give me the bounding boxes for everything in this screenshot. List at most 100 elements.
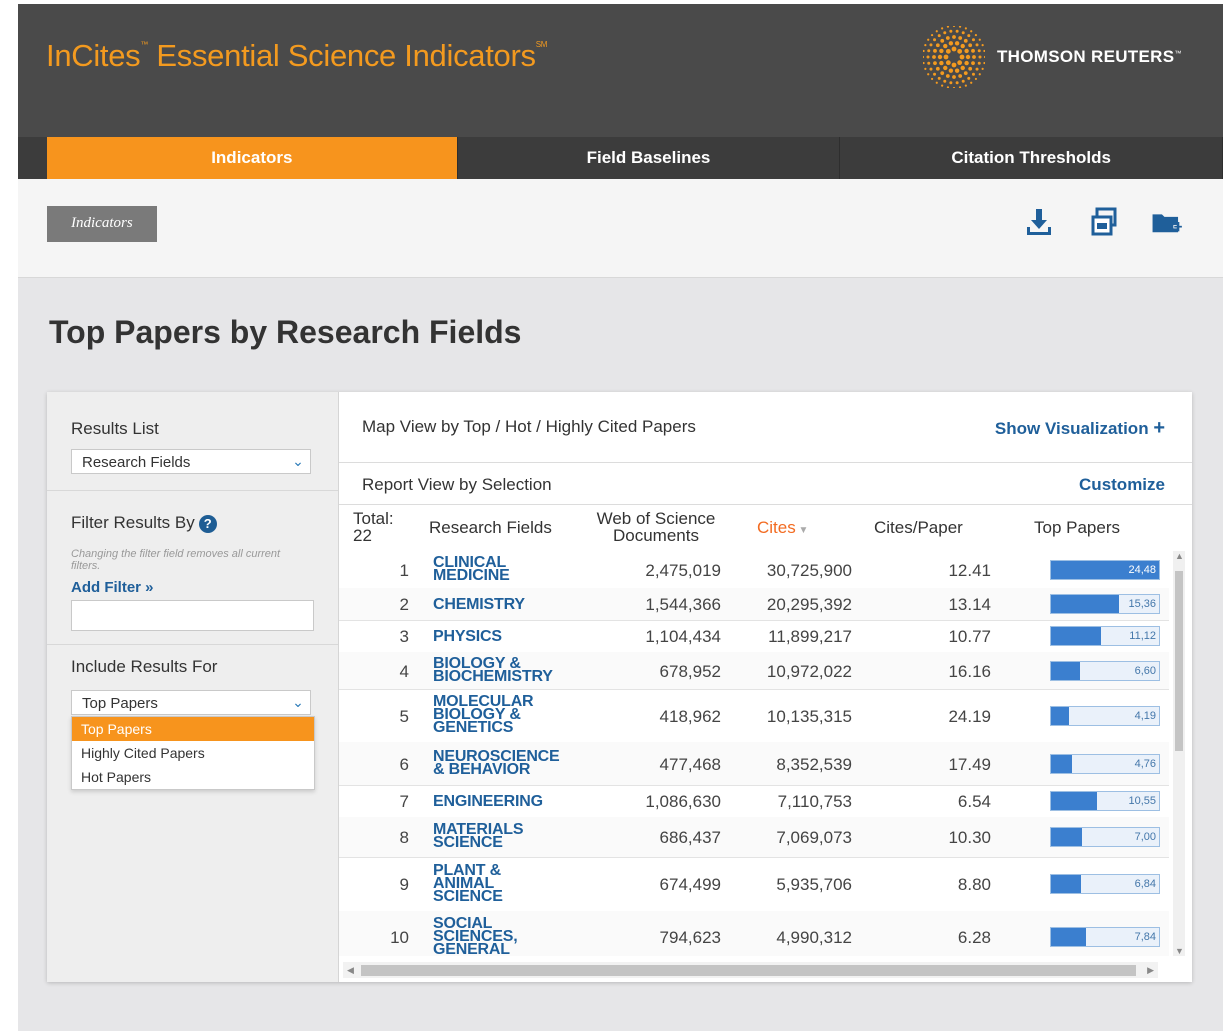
table-row[interactable]: 4 BIOLOGY & BIOCHEMISTRY 678,952 10,972,022 1… <box>339 652 1169 690</box>
logo-dot <box>940 71 945 76</box>
results-list-select[interactable]: Research Fields ⌄ <box>71 449 311 474</box>
tab-citation-thresholds[interactable]: Citation Thresholds <box>840 137 1223 179</box>
logo-dot <box>945 60 951 66</box>
row-rank: 3 <box>399 627 409 646</box>
table-row[interactable]: 6 NEUROSCIENCE & BEHAVIOR 477,468 8,352,539 1… <box>339 742 1169 786</box>
logo-dot <box>952 26 956 28</box>
research-field-link[interactable]: PLANT & ANIMAL SCIENCE <box>433 862 503 905</box>
col-cites-label: Cites <box>757 518 796 537</box>
filter-title: Filter Results By? <box>71 513 217 533</box>
scroll-right-icon[interactable]: ▶ <box>1147 965 1154 976</box>
scroll-down-icon[interactable]: ▼ <box>1175 946 1184 956</box>
col-cites[interactable]: Cites ▼ <box>757 519 808 539</box>
wos-documents-value: 794,623 <box>659 928 721 947</box>
research-field-line: ENGINEERING <box>433 792 543 810</box>
service-mark: SM <box>535 40 548 49</box>
map-view-bar: Map View by Top / Hot / Highly Cited Pap… <box>339 392 1192 463</box>
row-rank: 7 <box>399 792 409 811</box>
table-row[interactable]: 7 ENGINEERING 1,086,630 7,110,753 6.54 10,55 <box>339 785 1169 818</box>
table-row[interactable]: 1 CLINICAL MEDICINE 2,475,019 30,725,900 12.4… <box>339 551 1169 589</box>
logo-dot <box>963 38 968 43</box>
logo-dot <box>964 60 969 66</box>
row-rank: 1 <box>399 560 409 580</box>
show-visualization-link[interactable]: Show Visualization + <box>995 417 1165 440</box>
logo-dot <box>972 55 976 59</box>
top-papers-bar: 10,55 <box>1050 791 1160 811</box>
col-research-fields[interactable]: Research Fields <box>429 519 552 536</box>
sort-desc-icon: ▼ <box>795 525 809 536</box>
help-icon[interactable]: ? <box>198 514 217 533</box>
horizontal-scrollbar[interactable]: ◀ ▶ <box>343 962 1158 978</box>
research-field-link[interactable]: NEUROSCIENCE & BEHAVIOR <box>433 748 560 777</box>
logo-dot <box>961 31 965 35</box>
logo-dot <box>978 73 981 76</box>
research-field-link[interactable]: MATERIALS SCIENCE <box>433 822 524 851</box>
row-rank: 10 <box>390 928 409 947</box>
filter-input[interactable] <box>71 600 314 631</box>
vertical-scroll-thumb[interactable] <box>1175 571 1183 751</box>
option-top-papers[interactable]: Top Papers <box>72 717 314 741</box>
breadcrumb[interactable]: Indicators <box>47 206 157 242</box>
research-field-link[interactable]: SOCIAL SCIENCES, GENERAL <box>433 915 518 956</box>
top-papers-value: 15,36 <box>1128 598 1156 610</box>
logo-dot <box>945 36 950 40</box>
cites-per-paper-value: 6.54 <box>957 792 991 811</box>
research-field-link[interactable]: ENGINEERING <box>433 793 543 810</box>
main-nav: Indicators Field Baselines Citation Thre… <box>18 137 1223 179</box>
logo-dot <box>929 67 933 71</box>
include-results-select[interactable]: Top Papers ⌄ <box>71 690 311 715</box>
download-icon[interactable] <box>1022 205 1056 239</box>
top-papers-bar: 7,84 <box>1050 927 1160 947</box>
logo-dot <box>965 54 971 60</box>
table-row[interactable]: 10 SOCIAL SCIENCES, GENERAL 794,623 4,990,312… <box>339 911 1169 956</box>
table-row[interactable]: 8 MATERIALS SCIENCE 686,437 7,069,073 10.30 7,… <box>339 817 1169 858</box>
research-field-link[interactable]: CHEMISTRY <box>433 596 525 613</box>
tab-field-baselines[interactable]: Field Baselines <box>458 137 841 179</box>
cites-value: 10,972,022 <box>766 661 852 681</box>
logo-dot <box>957 48 963 54</box>
table-row[interactable]: 5 MOLECULAR BIOLOGY & GENETICS 418,962 10,135… <box>339 689 1169 743</box>
brand: THOMSON REUTERS™ <box>923 26 1182 88</box>
option-hot-papers[interactable]: Hot Papers <box>72 765 314 789</box>
tab-indicators[interactable]: Indicators <box>47 137 458 179</box>
vertical-scrollbar[interactable]: ▲ ▼ <box>1173 551 1185 956</box>
top-papers-bar: 6,84 <box>1050 874 1160 894</box>
table-row[interactable]: 3 PHYSICS 1,104,434 11,899,217 10.77 11,12 <box>339 620 1169 653</box>
research-field-link[interactable]: CLINICAL MEDICINE <box>433 554 510 584</box>
research-field-link[interactable]: BIOLOGY & BIOCHEMISTRY <box>433 655 553 684</box>
customize-link[interactable]: Customize <box>1079 475 1165 495</box>
top-papers-bar: 4,76 <box>1050 753 1160 774</box>
col-wos-documents[interactable]: Web of Science Documents <box>586 510 726 544</box>
col-top-papers[interactable]: Top Papers <box>1034 519 1120 536</box>
top-papers-bar: 7,00 <box>1050 827 1160 847</box>
scroll-up-icon[interactable]: ▲ <box>1175 551 1184 561</box>
logo-dot <box>971 61 975 66</box>
research-field-link[interactable]: PHYSICS <box>433 628 502 645</box>
print-icon[interactable] <box>1087 205 1121 239</box>
horizontal-scroll-thumb[interactable] <box>361 965 1136 976</box>
option-highly-cited-papers[interactable]: Highly Cited Papers <box>72 741 314 765</box>
top-papers-bar-fill <box>1051 595 1119 613</box>
add-folder-icon[interactable] <box>1150 205 1184 239</box>
logo-dot <box>971 48 975 53</box>
top-papers-bar: 6,60 <box>1050 660 1160 681</box>
results-table: 1 CLINICAL MEDICINE 2,475,019 30,725,900 12.4… <box>339 551 1181 956</box>
col-cites-per-paper[interactable]: Cites/Paper <box>874 519 963 536</box>
logo-dot <box>937 54 943 60</box>
logo-dot <box>943 43 948 49</box>
logo-dot <box>933 61 937 66</box>
logo-dot <box>960 43 965 49</box>
table-row[interactable]: 2 CHEMISTRY 1,544,366 20,295,392 13.14 15,36 <box>339 588 1169 621</box>
show-visualization-text: Show Visualization <box>994 419 1149 438</box>
table-row[interactable]: 9 PLANT & ANIMAL SCIENCE 674,499 5,935,706 8.8… <box>339 857 1169 912</box>
research-field-line: SCIENCE <box>433 887 503 905</box>
add-filter-link[interactable]: Add Filter » <box>71 579 154 596</box>
logo-dot <box>967 76 971 80</box>
logo-dot <box>937 76 941 80</box>
scroll-left-icon[interactable]: ◀ <box>347 965 354 976</box>
research-field-link[interactable]: MOLECULAR BIOLOGY & GENETICS <box>433 694 534 736</box>
cites-value: 4,990,312 <box>776 928 852 947</box>
logo-dot <box>923 61 925 65</box>
research-field-line: MEDICINE <box>433 566 510 584</box>
logo-dot <box>952 86 956 88</box>
